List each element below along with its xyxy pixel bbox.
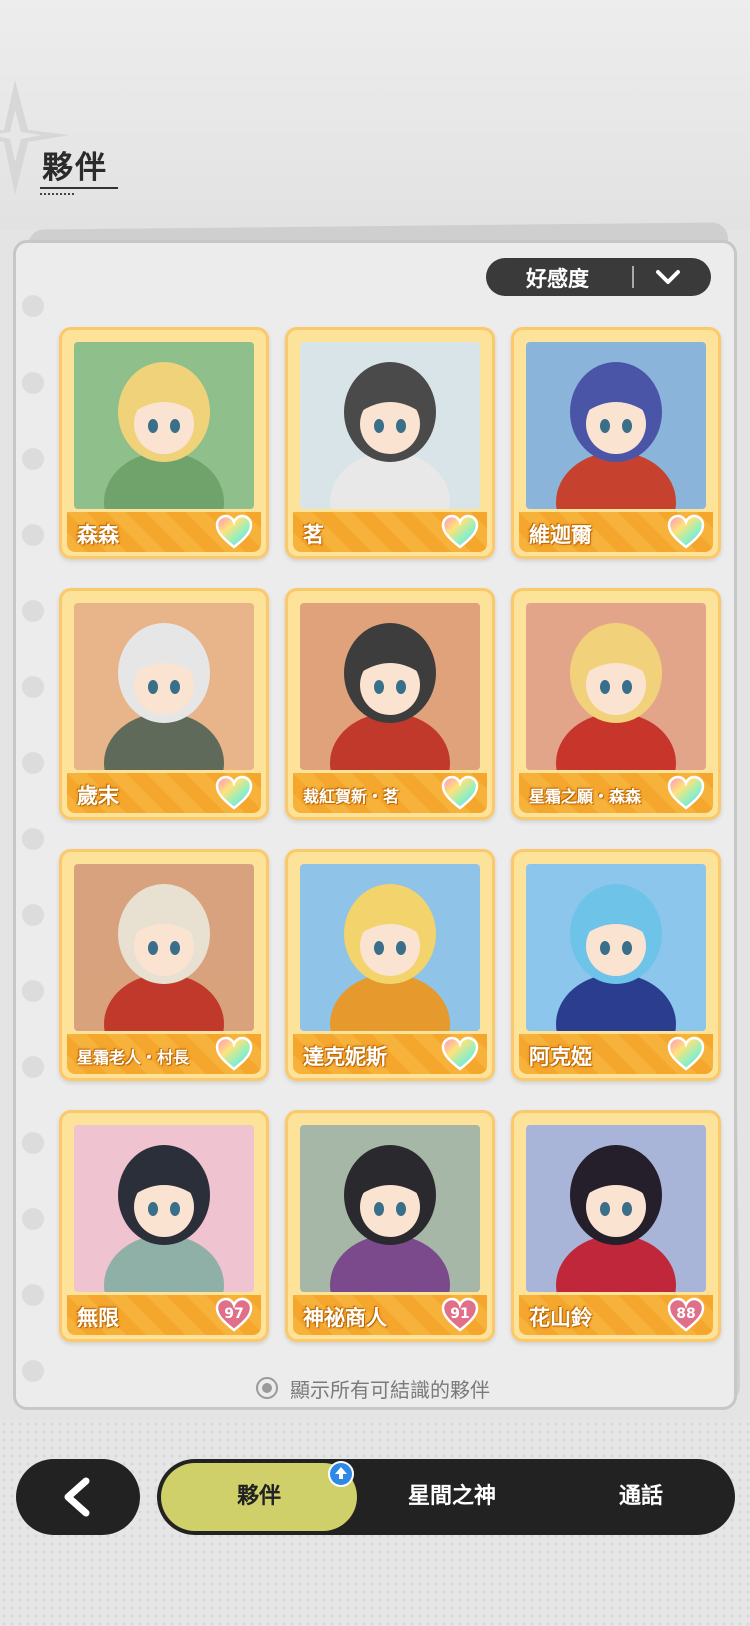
companion-name: 無限: [77, 1306, 119, 1330]
affinity-value: 88: [676, 1306, 696, 1322]
companion-card[interactable]: 森森: [59, 327, 269, 559]
binder-hole: [22, 524, 44, 546]
tab-calls[interactable]: 通話: [547, 1459, 735, 1535]
companion-portrait: [300, 864, 480, 1031]
binder-hole: [22, 904, 44, 926]
companion-name: 維迦爾: [529, 523, 592, 547]
companion-portrait: [526, 1125, 706, 1292]
sort-separator: [632, 266, 634, 288]
rainbow-heart-icon: [667, 514, 705, 549]
companion-portrait: [300, 342, 480, 509]
chevron-down-icon: [656, 270, 680, 284]
affinity-heart-icon: 97: [215, 1297, 253, 1333]
companion-name: 星霜之願・森森: [529, 787, 642, 806]
binder-hole: [22, 600, 44, 622]
companion-portrait: [526, 864, 706, 1031]
companion-portrait: [526, 603, 706, 770]
rainbow-heart-icon: [441, 1036, 479, 1071]
companion-name: 森森: [77, 523, 119, 547]
affinity-value: 91: [450, 1306, 470, 1322]
sort-dropdown[interactable]: 好感度: [486, 258, 711, 296]
companion-card[interactable]: 阿克婭: [511, 849, 721, 1081]
affinity-value: 97: [224, 1306, 244, 1322]
binder-hole: [22, 676, 44, 698]
sort-label: 好感度: [526, 267, 589, 291]
binder-hole: [22, 1056, 44, 1078]
companion-nameplate: 花山鈴 88: [519, 1295, 713, 1335]
binder-hole: [22, 372, 44, 394]
rainbow-heart-icon: [215, 1036, 253, 1071]
binder-hole: [22, 752, 44, 774]
companion-nameplate: 無限 97: [67, 1295, 261, 1335]
rainbow-heart-icon: [215, 514, 253, 549]
companion-nameplate: 達克妮斯: [293, 1034, 487, 1074]
companion-nameplate: 星霜之願・森森: [519, 773, 713, 813]
companion-name: 歲末: [77, 784, 119, 808]
companion-card[interactable]: 星霜之願・森森: [511, 588, 721, 820]
companion-name: 神祕商人: [303, 1306, 387, 1330]
radio-icon[interactable]: [256, 1377, 278, 1399]
chevron-left-icon: [64, 1477, 90, 1517]
rainbow-heart-icon: [667, 1036, 705, 1071]
affinity-heart-icon: 91: [441, 1297, 479, 1333]
rainbow-heart-icon: [667, 775, 705, 810]
tab-stellar-gods[interactable]: 星間之神: [357, 1459, 547, 1535]
companion-nameplate: 神祕商人 91: [293, 1295, 487, 1335]
companion-card[interactable]: 達克妮斯: [285, 849, 495, 1081]
companion-name: 達克妮斯: [303, 1045, 387, 1069]
back-button[interactable]: [16, 1459, 140, 1535]
companion-name: 茗: [303, 523, 324, 547]
companion-nameplate: 茗: [293, 512, 487, 552]
rainbow-heart-icon: [441, 775, 479, 810]
companion-portrait: [74, 1125, 254, 1292]
companion-card[interactable]: 星霜老人・村長: [59, 849, 269, 1081]
binder-hole: [22, 1360, 44, 1382]
binder-hole: [22, 448, 44, 470]
header-background: [0, 0, 750, 230]
show-all-label: 顯示所有可結識的夥伴: [290, 1378, 490, 1402]
companion-portrait: [74, 864, 254, 1031]
upgrade-badge-icon: [328, 1461, 354, 1487]
binder-hole: [22, 1208, 44, 1230]
page-title: 夥伴: [42, 150, 108, 186]
companion-name: 裁紅賀新・茗: [303, 787, 400, 806]
companion-card[interactable]: 神祕商人 91: [285, 1110, 495, 1342]
companion-name: 花山鈴: [529, 1306, 592, 1330]
affinity-heart-icon: 88: [667, 1297, 705, 1333]
binder-hole: [22, 295, 44, 317]
companion-card[interactable]: 裁紅賀新・茗: [285, 588, 495, 820]
companion-nameplate: 歲末: [67, 773, 261, 813]
binder-hole: [22, 1284, 44, 1306]
companion-name: 星霜老人・村長: [77, 1048, 190, 1067]
companion-nameplate: 星霜老人・村長: [67, 1034, 261, 1074]
companion-portrait: [526, 342, 706, 509]
companion-portrait: [74, 342, 254, 509]
companion-portrait: [300, 1125, 480, 1292]
companion-card[interactable]: 無限 97: [59, 1110, 269, 1342]
companion-nameplate: 裁紅賀新・茗: [293, 773, 487, 813]
companion-card[interactable]: 維迦爾: [511, 327, 721, 559]
companion-nameplate: 阿克婭: [519, 1034, 713, 1074]
companion-card[interactable]: 歲末: [59, 588, 269, 820]
companion-card[interactable]: 花山鈴 88: [511, 1110, 721, 1342]
bottom-tab-bar: 夥伴 星間之神 通話: [157, 1459, 735, 1535]
companion-nameplate: 森森: [67, 512, 261, 552]
binder-hole: [22, 828, 44, 850]
companion-nameplate: 維迦爾: [519, 512, 713, 552]
rainbow-heart-icon: [215, 775, 253, 810]
binder-hole: [22, 980, 44, 1002]
title-underline: [40, 187, 118, 189]
companion-portrait: [300, 603, 480, 770]
companion-portrait: [74, 603, 254, 770]
rainbow-heart-icon: [441, 514, 479, 549]
title-dots: [40, 193, 74, 198]
binder-hole: [22, 1132, 44, 1154]
companion-card[interactable]: 茗: [285, 327, 495, 559]
companion-name: 阿克婭: [529, 1045, 592, 1069]
